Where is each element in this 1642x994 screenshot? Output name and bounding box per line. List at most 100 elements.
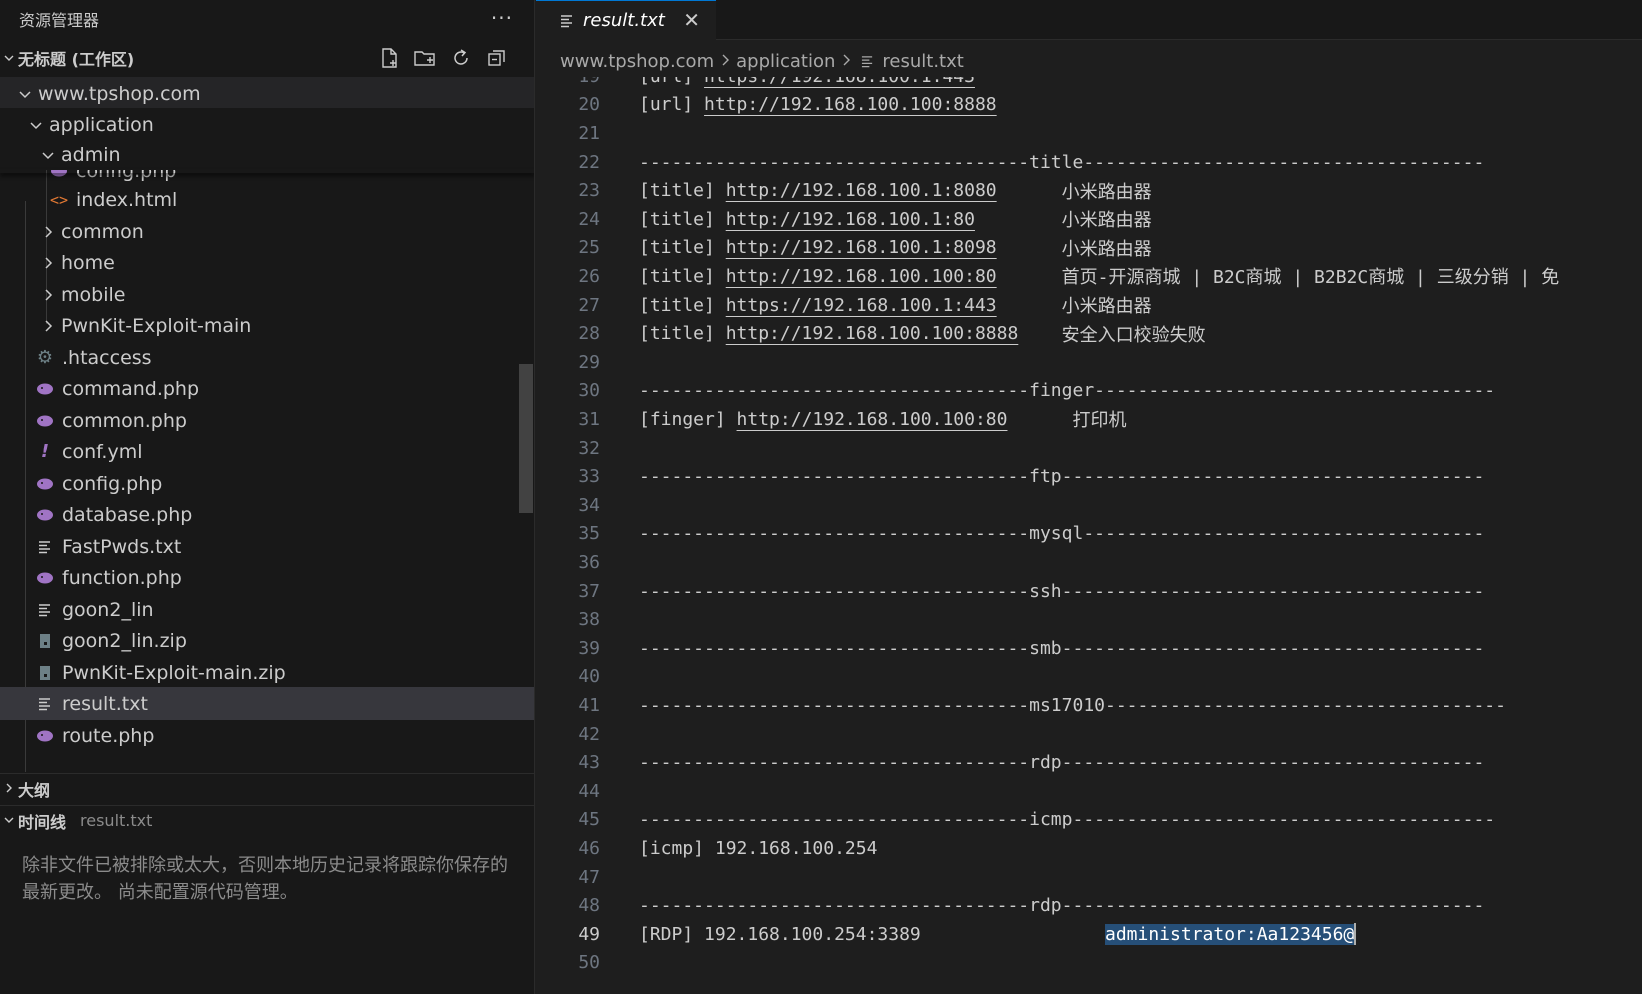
line-number: 25: [578, 237, 600, 259]
code-view[interactable]: 19 [url] https://192.168.100.1:443 20 [url]…: [536, 77, 1642, 994]
code-line[interactable]: 37 ------------------------------------ss…: [536, 577, 1642, 606]
url-link[interactable]: http://192.168.100.100:80: [726, 266, 997, 287]
tree-file-goon2-lin[interactable]: goon2_lin: [0, 593, 534, 626]
line-number: 40: [578, 666, 600, 688]
new-folder-icon[interactable]: [413, 46, 437, 70]
chevron-right-icon: [37, 225, 59, 239]
text-run: ------------------------------------fing…: [639, 380, 1496, 402]
collapse-all-icon[interactable]: [485, 46, 509, 70]
code-line[interactable]: 34: [536, 491, 1642, 520]
code-line[interactable]: 40: [536, 663, 1642, 692]
outline-section-header[interactable]: 大纲: [0, 773, 534, 803]
line-number: 50: [578, 952, 600, 974]
url-link[interactable]: http://192.168.100.1:80: [726, 209, 975, 230]
line-number: 23: [578, 180, 600, 202]
tree-file-database-php[interactable]: database.php: [0, 498, 534, 531]
code-line[interactable]: 48 ------------------------------------rd…: [536, 891, 1642, 920]
tab-result-txt[interactable]: result.txt ✕: [536, 0, 716, 40]
code-line[interactable]: 20 [url] http://192.168.100.100:8888: [536, 91, 1642, 120]
tree-file-fastpwds-txt[interactable]: FastPwds.txt: [0, 530, 534, 563]
code-line[interactable]: 49 [RDP] 192.168.100.254:3389 administrat…: [536, 920, 1642, 949]
breadcrumb-item-application[interactable]: application: [736, 51, 835, 72]
timeline-section-header[interactable]: 时间线 result.txt: [0, 805, 534, 835]
tree-folder-home[interactable]: home: [0, 246, 534, 279]
tree-file-command-php[interactable]: command.php: [0, 372, 534, 405]
line-text: [url] http://192.168.100.100:8888: [639, 91, 997, 120]
tree-file-function-php[interactable]: function.php: [0, 561, 534, 594]
line-number: 31: [578, 408, 600, 430]
timeline-title: 时间线: [18, 812, 67, 832]
code-line[interactable]: 22 ------------------------------------ti…: [536, 148, 1642, 177]
code-line[interactable]: 21: [536, 119, 1642, 148]
code-line[interactable]: 23 [title] http://192.168.100.1:8080 小米路由…: [536, 176, 1642, 205]
gear-icon: ⚙: [36, 347, 54, 368]
url-link[interactable]: http://192.168.100.100:8888: [726, 323, 1019, 344]
breadcrumb-item-www-tpshop-com[interactable]: www.tpshop.com: [560, 51, 714, 72]
code-line[interactable]: 29: [536, 348, 1642, 377]
code-line[interactable]: 19 [url] https://192.168.100.1:443: [536, 77, 1642, 91]
chevron-down-icon: [0, 49, 18, 68]
line-number: 29: [578, 351, 600, 373]
line-number: 47: [578, 866, 600, 888]
code-line[interactable]: 41 ------------------------------------ms…: [536, 691, 1642, 720]
code-line[interactable]: 39 ------------------------------------sm…: [536, 634, 1642, 663]
code-line[interactable]: 36: [536, 548, 1642, 577]
code-line[interactable]: 32: [536, 434, 1642, 463]
explorer-scrollbar-thumb[interactable]: [519, 364, 533, 513]
url-link[interactable]: http://192.168.100.1:8080: [726, 180, 997, 201]
url-link[interactable]: http://192.168.100.100:8888: [704, 94, 997, 115]
tree-folder-mobile[interactable]: mobile: [0, 278, 534, 311]
line-text: [finger] http://192.168.100.100:80 打印机: [639, 405, 1127, 434]
chevron-down-icon: [37, 148, 59, 162]
tree-file-htaccess[interactable]: ⚙ .htaccess: [0, 341, 534, 374]
new-file-icon[interactable]: [377, 46, 401, 70]
close-icon[interactable]: ✕: [683, 8, 700, 32]
tree-file-conf-yml[interactable]: ! conf.yml: [0, 435, 534, 468]
tree-file-common-php[interactable]: common.php: [0, 404, 534, 437]
refresh-icon[interactable]: [449, 46, 473, 70]
code-line[interactable]: 42: [536, 720, 1642, 749]
code-line[interactable]: 27 [title] https://192.168.100.1:443 小米路由…: [536, 291, 1642, 320]
code-line[interactable]: 45 ------------------------------------ic…: [536, 806, 1642, 835]
tree-file-pwnkit-exploit-main-zip[interactable]: PwnKit-Exploit-main.zip: [0, 656, 534, 689]
tree-file-goon2-lin-zip[interactable]: goon2_lin.zip: [0, 624, 534, 657]
text-run: [url]: [639, 77, 704, 87]
workspace-section-header[interactable]: 无标题 (工作区): [0, 43, 534, 73]
code-line[interactable]: 26 [title] http://192.168.100.100:80 首页-开…: [536, 262, 1642, 291]
code-line[interactable]: 31 [finger] http://192.168.100.100:80 打印机: [536, 405, 1642, 434]
tree-file-index-html[interactable]: <> index.html: [0, 183, 534, 216]
code-line[interactable]: 43 ------------------------------------rd…: [536, 748, 1642, 777]
tree-file-result-txt[interactable]: result.txt: [0, 687, 534, 720]
code-line[interactable]: 24 [title] http://192.168.100.1:80 小米路由器: [536, 205, 1642, 234]
breadcrumb-item-result-txt[interactable]: result.txt: [882, 51, 963, 72]
code-line[interactable]: 47: [536, 863, 1642, 892]
line-number: 21: [578, 122, 600, 144]
code-line[interactable]: 28 [title] http://192.168.100.100:8888 安全…: [536, 319, 1642, 348]
tree-folder-pwnkit-exploit-main[interactable]: PwnKit-Exploit-main: [0, 309, 534, 342]
code-line[interactable]: 38: [536, 605, 1642, 634]
url-link[interactable]: https://192.168.100.1:443: [704, 77, 975, 87]
tree-folder-admin[interactable]: admin: [0, 139, 534, 170]
chevron-right-icon: [0, 779, 18, 798]
tree-folder-common[interactable]: common: [0, 215, 534, 248]
tree-file-route-php[interactable]: route.php: [0, 719, 534, 752]
tree-folder-application[interactable]: application: [0, 108, 534, 141]
code-line[interactable]: 35 ------------------------------------my…: [536, 520, 1642, 549]
code-line[interactable]: 25 [title] http://192.168.100.1:8098 小米路由…: [536, 234, 1642, 263]
text-run: ------------------------------------rdp-…: [639, 895, 1485, 917]
code-line[interactable]: 50: [536, 949, 1642, 978]
url-link[interactable]: http://192.168.100.100:80: [737, 409, 1008, 430]
tree-file-config-php[interactable]: config.php: [0, 467, 534, 500]
more-actions-icon[interactable]: ···: [491, 6, 513, 30]
code-line[interactable]: 46 [icmp] 192.168.100.254: [536, 834, 1642, 863]
line-number: 32: [578, 437, 600, 459]
timeline-file: result.txt: [80, 811, 153, 830]
line-text: ------------------------------------rdp-…: [639, 891, 1484, 920]
url-link[interactable]: http://192.168.100.1:8098: [726, 237, 997, 258]
tree-folder-www-tpshop-com[interactable]: www.tpshop.com: [0, 77, 534, 110]
text-lines-icon: [34, 697, 56, 711]
url-link[interactable]: https://192.168.100.1:443: [726, 295, 997, 316]
code-line[interactable]: 33 ------------------------------------ft…: [536, 462, 1642, 491]
code-line[interactable]: 30 ------------------------------------fi…: [536, 377, 1642, 406]
code-line[interactable]: 44: [536, 777, 1642, 806]
